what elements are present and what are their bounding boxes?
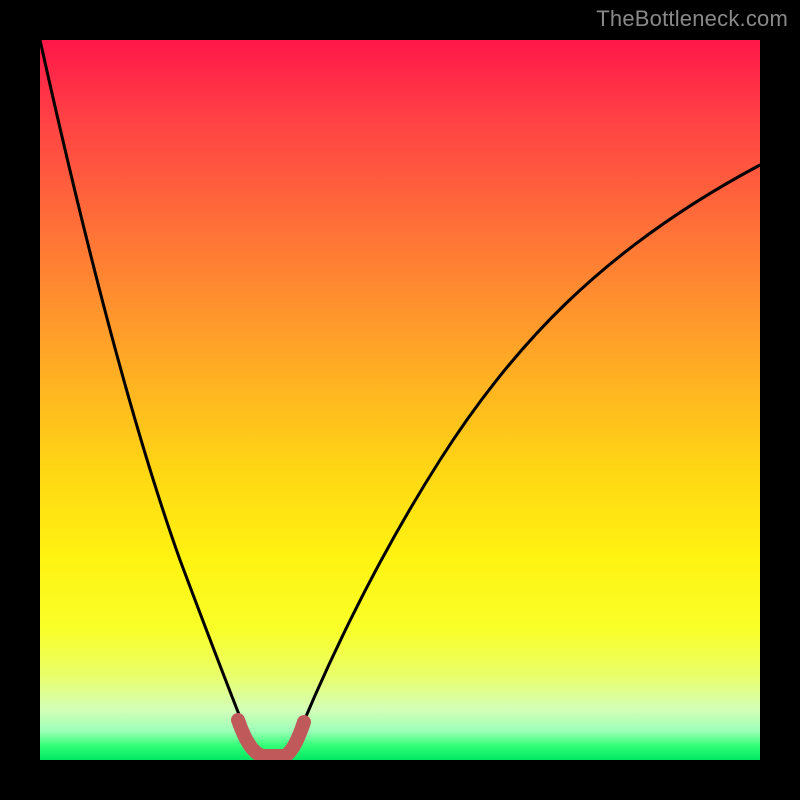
valley-highlight (238, 720, 304, 756)
right-branch-curve (290, 165, 760, 755)
watermark-text: TheBottleneck.com (596, 6, 788, 32)
left-branch-curve (40, 40, 255, 755)
curve-layer (40, 40, 760, 760)
chart-frame: TheBottleneck.com (0, 0, 800, 800)
plot-area (40, 40, 760, 760)
